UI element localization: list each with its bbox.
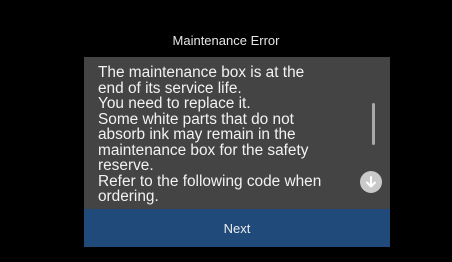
scrollbar[interactable]	[372, 103, 375, 145]
message-panel[interactable]: The maintenance box is at the end of its…	[84, 57, 390, 209]
dialog-title: Maintenance Error	[172, 33, 280, 48]
arrow-down-circle-icon	[366, 176, 376, 188]
next-button[interactable]: Next	[84, 209, 390, 247]
scroll-down-button[interactable]	[360, 171, 382, 193]
maintenance-error-screen: Maintenance Error The maintenance box is…	[0, 0, 452, 262]
message-text: The maintenance box is at the end of its…	[98, 64, 322, 205]
